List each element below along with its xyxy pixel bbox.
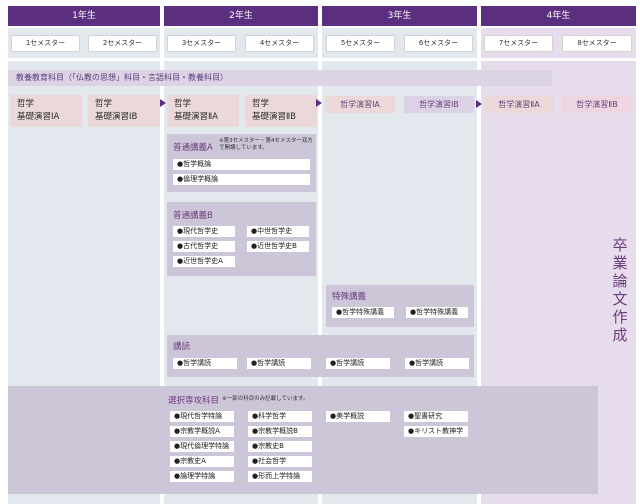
- basic-seminar-1B-line2: 基礎演習ⅠB: [95, 112, 138, 122]
- basic-seminar-1B: 哲学 基礎演習ⅠB: [88, 95, 160, 127]
- special-lecture-panel: 特殊講義 ●哲学特殊講義 ●哲学特殊講義: [326, 285, 474, 327]
- semester-6: 6セメスター: [404, 35, 473, 52]
- lecture-a-item: ●哲学概論: [173, 159, 310, 170]
- reading-title: 講読: [173, 342, 191, 352]
- seminar-1A: 哲学演習ⅠA: [325, 96, 395, 113]
- lecture-a-item: ●倫理学概論: [173, 174, 310, 185]
- basic-seminar-2B-line1: 哲学: [252, 99, 270, 109]
- semester-7: 7セメスター: [484, 35, 553, 52]
- basic-seminar-2B-line2: 基礎演習ⅡB: [252, 112, 297, 122]
- semester-1: 1セメスター: [11, 35, 80, 52]
- year-header-4: 4年生: [481, 6, 636, 26]
- electives-item: ●形而上学特論: [248, 471, 312, 482]
- arrow-icon: [476, 100, 482, 108]
- electives-item: ●宗教史A: [170, 456, 234, 467]
- basic-seminar-1A-line1: 哲学: [17, 99, 35, 109]
- semester-5: 5セメスター: [326, 35, 395, 52]
- basic-seminar-1B-line1: 哲学: [95, 99, 113, 109]
- year-header-3: 3年生: [322, 6, 477, 26]
- electives-item: ●宗教学概説A: [170, 426, 234, 437]
- reading-item: ●哲学講読: [247, 358, 311, 369]
- electives-item: ●現代哲学特論: [170, 411, 234, 422]
- arrow-icon: [160, 99, 166, 107]
- lecture-a-title: 普通講義A: [173, 143, 213, 153]
- header-divider: [8, 58, 636, 61]
- electives-item: ●宗教史B: [248, 441, 312, 452]
- electives-item: ●科学哲学: [248, 411, 312, 422]
- arrow-icon: [316, 99, 322, 107]
- electives-item: ●キリスト教神学: [404, 426, 468, 437]
- special-lecture-item: ●哲学特殊講義: [406, 307, 468, 318]
- electives-panel: 選択専攻科目 ※一部の科目のみ記載しています。 ●現代哲学特論 ●宗教学概説A …: [8, 386, 598, 494]
- general-education-band: 教養教育科目（「仏教の思想」科目・言語科目・教養科目）: [8, 70, 552, 86]
- electives-note: ※一部の科目のみ記載しています。: [222, 396, 309, 402]
- semester-8: 8セメスター: [562, 35, 632, 52]
- electives-item: ●社会哲学: [248, 456, 312, 467]
- electives-item: ●聖書研究: [404, 411, 468, 422]
- electives-item: ●宗教学概説B: [248, 426, 312, 437]
- electives-title: 選択専攻科目: [168, 396, 220, 406]
- lecture-b-title: 普通講義B: [173, 211, 213, 221]
- year-header-2: 2年生: [164, 6, 318, 26]
- lecture-b-item: ●中世哲学史: [247, 226, 309, 237]
- electives-item: ●美学概説: [326, 411, 390, 422]
- lecture-a-panel: 普通講義A ※第3セメスター・第4セメスター双方で開講しています。 ●哲学概論 …: [167, 134, 316, 192]
- lecture-b-panel: 普通講義B ●現代哲学史 ●古代哲学史 ●近世哲学史A ●中世哲学史 ●近世哲学…: [167, 202, 316, 276]
- basic-seminar-2A-line2: 基礎演習ⅡA: [174, 112, 218, 122]
- graduation-thesis-label: 卒業論文作成: [612, 236, 628, 344]
- basic-seminar-2A-line1: 哲学: [174, 99, 192, 109]
- reading-item: ●哲学講読: [173, 358, 237, 369]
- lecture-b-item: ●近世哲学史A: [173, 256, 235, 267]
- lecture-b-item: ●現代哲学史: [173, 226, 235, 237]
- lecture-a-note: ※第3セメスター・第4セメスター双方で開講しています。: [219, 138, 313, 151]
- year-header-1: 1年生: [8, 6, 160, 26]
- lecture-b-item: ●古代哲学史: [173, 241, 235, 252]
- basic-seminar-1A-line2: 基礎演習ⅠA: [17, 112, 60, 122]
- seminar-2A: 哲学演習ⅡA: [484, 96, 554, 113]
- seminar-2B: 哲学演習ⅡB: [562, 96, 632, 113]
- special-lecture-title: 特殊講義: [332, 292, 367, 302]
- semester-2: 2セメスター: [88, 35, 157, 52]
- reading-item: ●哲学講読: [405, 358, 469, 369]
- electives-item: ●論理学特論: [170, 471, 234, 482]
- reading-item: ●哲学講読: [326, 358, 390, 369]
- seminar-1B: 哲学演習ⅠB: [404, 96, 474, 113]
- semester-3: 3セメスター: [167, 35, 236, 52]
- basic-seminar-2A: 哲学 基礎演習ⅡA: [167, 95, 239, 127]
- electives-item: ●現代倫理学特論: [170, 441, 234, 452]
- basic-seminar-1A: 哲学 基礎演習ⅠA: [10, 95, 82, 127]
- semester-4: 4セメスター: [245, 35, 314, 52]
- reading-panel: 講読 ●哲学講読 ●哲学講読 ●哲学講読 ●哲学講読: [167, 335, 474, 377]
- lecture-b-item: ●近世哲学史B: [247, 241, 309, 252]
- special-lecture-item: ●哲学特殊講義: [332, 307, 394, 318]
- basic-seminar-2B: 哲学 基礎演習ⅡB: [245, 95, 317, 127]
